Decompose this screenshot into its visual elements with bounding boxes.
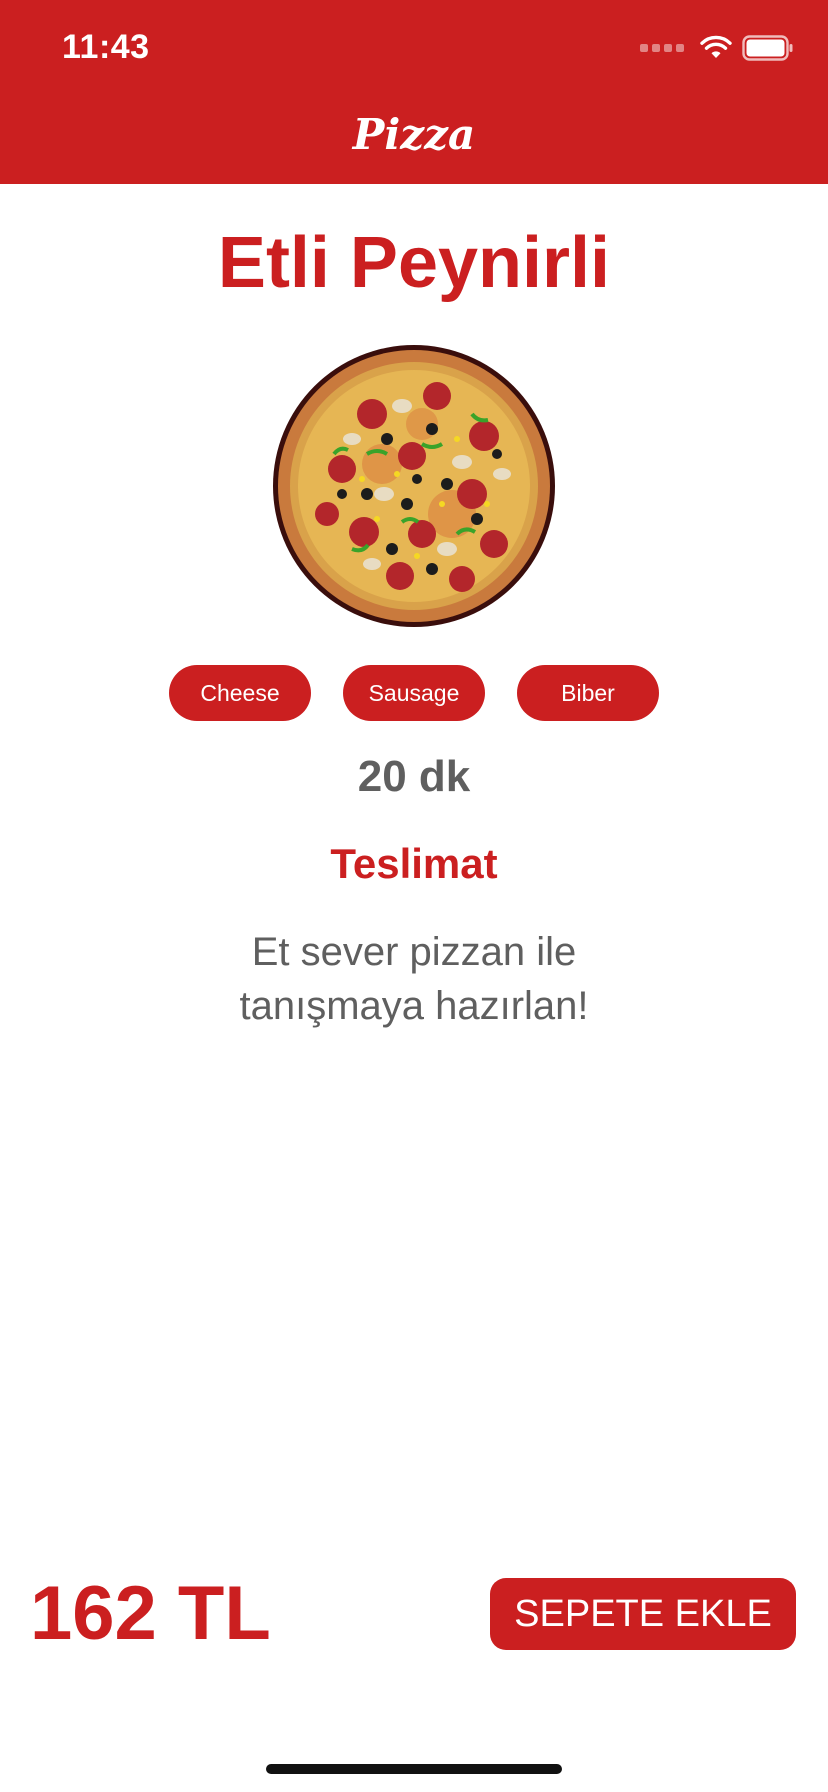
- delivery-label: Teslimat: [330, 840, 498, 887]
- product-price: 162 TL: [30, 1571, 271, 1656]
- nav-title: Pizza: [352, 110, 476, 159]
- product-name: Etli Peynirli: [217, 223, 611, 303]
- battery-icon: [742, 35, 793, 61]
- status-indicators: [640, 34, 794, 62]
- tag-biber[interactable]: Biber: [517, 665, 659, 721]
- wifi-icon: [700, 35, 732, 58]
- product-description: Et sever pizzan ile tanışmaya hazırlan!: [239, 930, 589, 1028]
- tag-sausage[interactable]: Sausage: [343, 665, 485, 721]
- signal-dots-icon: [640, 44, 684, 52]
- status-time: 11:43: [62, 28, 150, 66]
- pizza-image: [272, 344, 556, 628]
- delivery-duration: 20 dk: [357, 752, 471, 801]
- ingredient-tags: Cheese Sausage Biber: [0, 665, 828, 721]
- tag-cheese[interactable]: Cheese: [169, 665, 311, 721]
- home-indicator[interactable]: [266, 1764, 562, 1774]
- app-header: 11:43 Pizza: [0, 0, 828, 184]
- add-to-cart-button[interactable]: SEPETE EKLE: [490, 1578, 796, 1650]
